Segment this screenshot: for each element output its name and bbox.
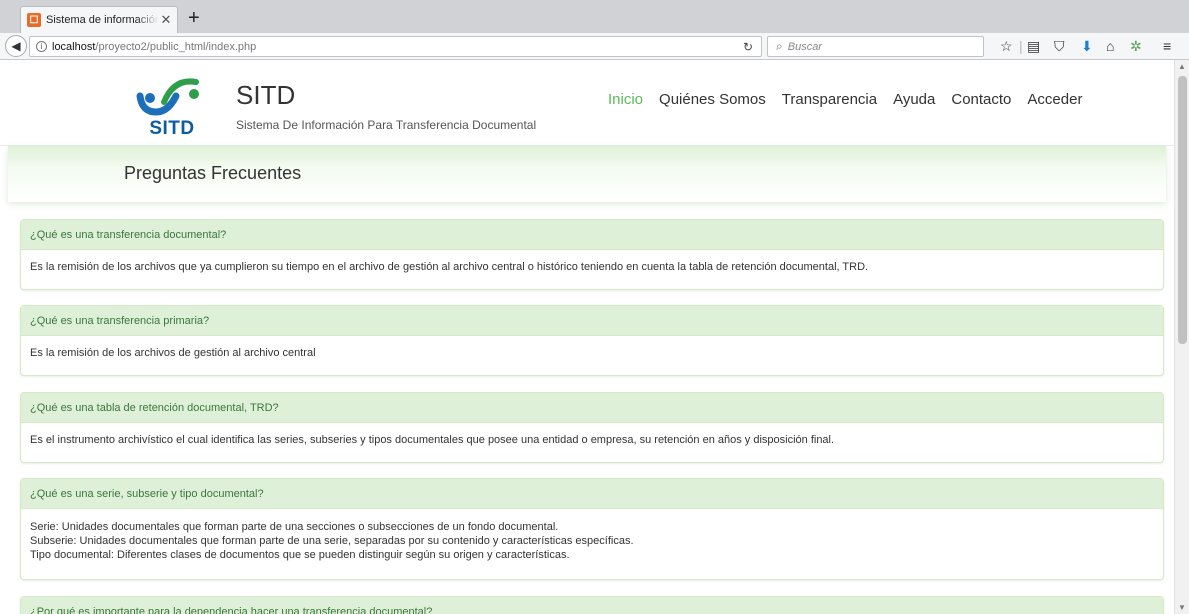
faq-answer-line: Es la remisión de los archivos que ya cu…	[30, 261, 869, 273]
tab-title: Sistema de información par	[46, 14, 159, 26]
main-menu: Inicio Quiénes Somos Transparencia Ayuda…	[608, 91, 1098, 108]
reading-list-icon[interactable]: ▤	[1027, 38, 1040, 54]
page-scrollbar[interactable]: ▲ ▼	[1174, 60, 1189, 614]
url-host: localhost	[52, 40, 96, 53]
site-title[interactable]: SITD	[236, 80, 295, 111]
browser-nav-bar: ◀ i localhost/proyecto2/public_html/inde…	[0, 33, 1189, 60]
site-header: SITD SITD Sistema De Información Para Tr…	[0, 60, 1174, 146]
menu-item-ayuda[interactable]: Ayuda	[893, 91, 935, 108]
menu-item-quienes-somos[interactable]: Quiénes Somos	[659, 91, 766, 108]
page-title: Preguntas Frecuentes	[124, 163, 302, 183]
faq-answer-line: Tipo documental: Diferentes clases de do…	[30, 549, 570, 561]
faq-answer: Es el instrumento archivístico el cual i…	[21, 423, 1163, 462]
scroll-up-icon[interactable]: ▲	[1178, 62, 1186, 71]
faq-answer-line: Serie: Unidades documentales que forman …	[30, 521, 559, 533]
faq-question[interactable]: ¿Por qué es importante para la dependenc…	[21, 597, 1163, 614]
faq-answer-line: Subserie: Unidades documentales que form…	[30, 535, 634, 547]
menu-item-acceder[interactable]: Acceder	[1027, 91, 1082, 108]
home-icon[interactable]: ⌂	[1106, 38, 1114, 54]
faq-answer-line: Es el instrumento archivístico el cual i…	[30, 434, 835, 446]
bookmark-star-icon[interactable]: ☆	[1000, 38, 1013, 54]
toolbar-separator: |	[1019, 38, 1023, 54]
logo-text: SITD	[149, 118, 195, 139]
menu-item-contacto[interactable]: Contacto	[951, 91, 1011, 108]
faq-answer: Serie: Unidades documentales que forman …	[21, 509, 1163, 579]
download-icon[interactable]: ⬇	[1081, 38, 1093, 54]
url-bar[interactable]: i localhost/proyecto2/public_html/index.…	[29, 36, 762, 57]
site-favicon-icon: ☐	[27, 13, 41, 27]
menu-hamburger-icon[interactable]: ≡	[1163, 38, 1171, 54]
pocket-icon[interactable]: ⛉	[1054, 38, 1065, 54]
faq-answer: Es la remisión de los archivos que ya cu…	[21, 250, 1163, 289]
faq-question[interactable]: ¿Qué es una serie, subserie y tipo docum…	[21, 479, 1163, 509]
info-icon[interactable]: i	[36, 41, 47, 52]
url-path: /proyecto2/public_html/index.php	[95, 40, 257, 53]
search-icon: ⌕	[776, 39, 783, 53]
reload-icon[interactable]: ↻	[743, 40, 753, 54]
menu-item-inicio[interactable]: Inicio	[608, 91, 643, 108]
browser-tab-bar: ☐ Sistema de información par ✕ +	[0, 0, 1189, 33]
browser-tab[interactable]: ☐ Sistema de información par ✕	[20, 6, 178, 33]
menu-item-transparencia[interactable]: Transparencia	[782, 91, 877, 108]
scrollbar-thumb[interactable]	[1178, 76, 1187, 344]
faq-panel: ¿Por qué es importante para la dependenc…	[20, 596, 1164, 614]
page-banner: Preguntas Frecuentes	[8, 146, 1166, 202]
faq-answer-line: Es la remisión de los archivos de gestió…	[30, 347, 316, 359]
tab-close-icon[interactable]: ✕	[159, 12, 173, 28]
search-placeholder: Buscar	[787, 40, 822, 53]
extension-icon[interactable]: ✲	[1130, 38, 1142, 54]
site-subtitle: Sistema De Información Para Transferenci…	[236, 118, 537, 132]
faq-panel: ¿Qué es una transferencia primaria? Es l…	[20, 305, 1164, 376]
search-input[interactable]: ⌕ Buscar	[767, 36, 984, 57]
back-arrow-icon: ◀	[11, 39, 21, 53]
new-tab-button[interactable]: +	[188, 8, 200, 28]
faq-question[interactable]: ¿Qué es una tabla de retención documenta…	[21, 393, 1163, 423]
faq-panel: ¿Qué es una tabla de retención documenta…	[20, 392, 1164, 463]
scroll-down-icon[interactable]: ▼	[1178, 603, 1186, 612]
logo-graphic-icon	[136, 78, 199, 116]
faq-panel: ¿Qué es una transferencia documental? Es…	[20, 219, 1164, 290]
faq-answer: Es la remisión de los archivos de gestió…	[21, 336, 1163, 375]
back-button[interactable]: ◀	[5, 35, 27, 57]
faq-question[interactable]: ¿Qué es una transferencia primaria?	[21, 306, 1163, 336]
faq-question[interactable]: ¿Qué es una transferencia documental?	[21, 220, 1163, 250]
web-page: SITD SITD Sistema De Información Para Tr…	[0, 60, 1174, 614]
faq-panel: ¿Qué es una serie, subserie y tipo docum…	[20, 478, 1164, 580]
sitd-logo[interactable]: SITD	[134, 72, 210, 142]
